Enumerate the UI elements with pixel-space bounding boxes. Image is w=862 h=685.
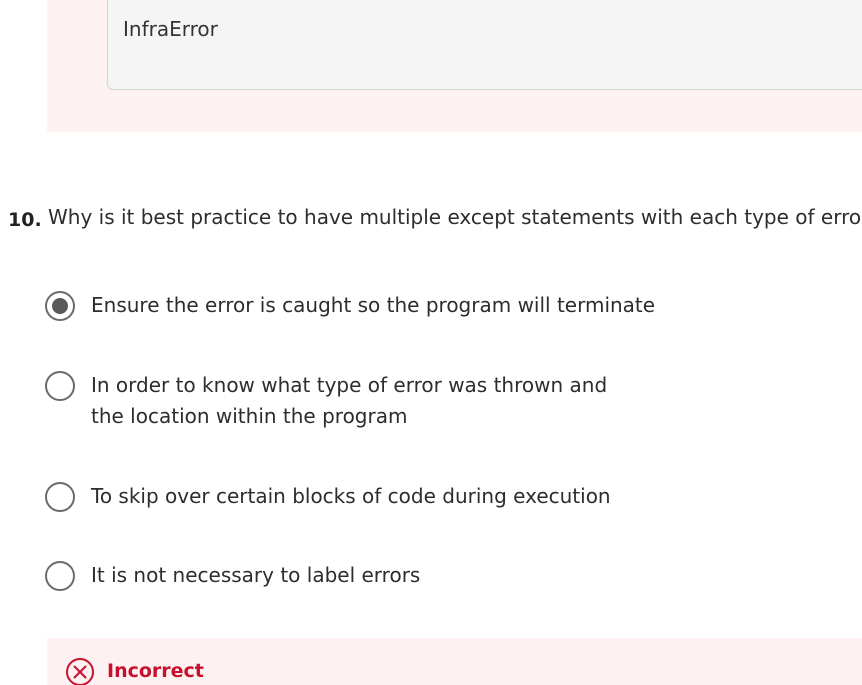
x-circle-icon xyxy=(66,658,94,685)
previous-answer-text: InfraError xyxy=(123,17,218,41)
radio-button-selected[interactable] xyxy=(45,291,75,321)
answer-option-2[interactable]: In order to know what type of error was … xyxy=(45,371,645,432)
previous-question-feedback-panel: InfraError xyxy=(47,0,862,132)
quiz-page: InfraError 10. Why is it best practice t… xyxy=(0,0,862,685)
answer-option-label: It is not necessary to label errors xyxy=(91,563,421,587)
answer-option-label: To skip over certain blocks of code duri… xyxy=(91,484,611,508)
answer-option-3[interactable]: To skip over certain blocks of code duri… xyxy=(45,482,685,512)
incorrect-feedback-panel: Incorrect xyxy=(47,638,862,685)
answer-option-4[interactable]: It is not necessary to label errors xyxy=(45,561,685,591)
feedback-status-label: Incorrect xyxy=(107,660,204,682)
answer-option-label: In order to know what type of error was … xyxy=(91,373,608,428)
answer-option-1[interactable]: Ensure the error is caught so the progra… xyxy=(45,291,685,321)
question-text: Why is it best practice to have multiple… xyxy=(48,205,862,229)
answer-option-label: Ensure the error is caught so the progra… xyxy=(91,293,656,317)
radio-button[interactable] xyxy=(45,482,75,512)
previous-answer-box: InfraError xyxy=(107,0,862,90)
radio-button[interactable] xyxy=(45,371,75,401)
radio-button[interactable] xyxy=(45,561,75,591)
question-number: 10. xyxy=(8,209,42,231)
